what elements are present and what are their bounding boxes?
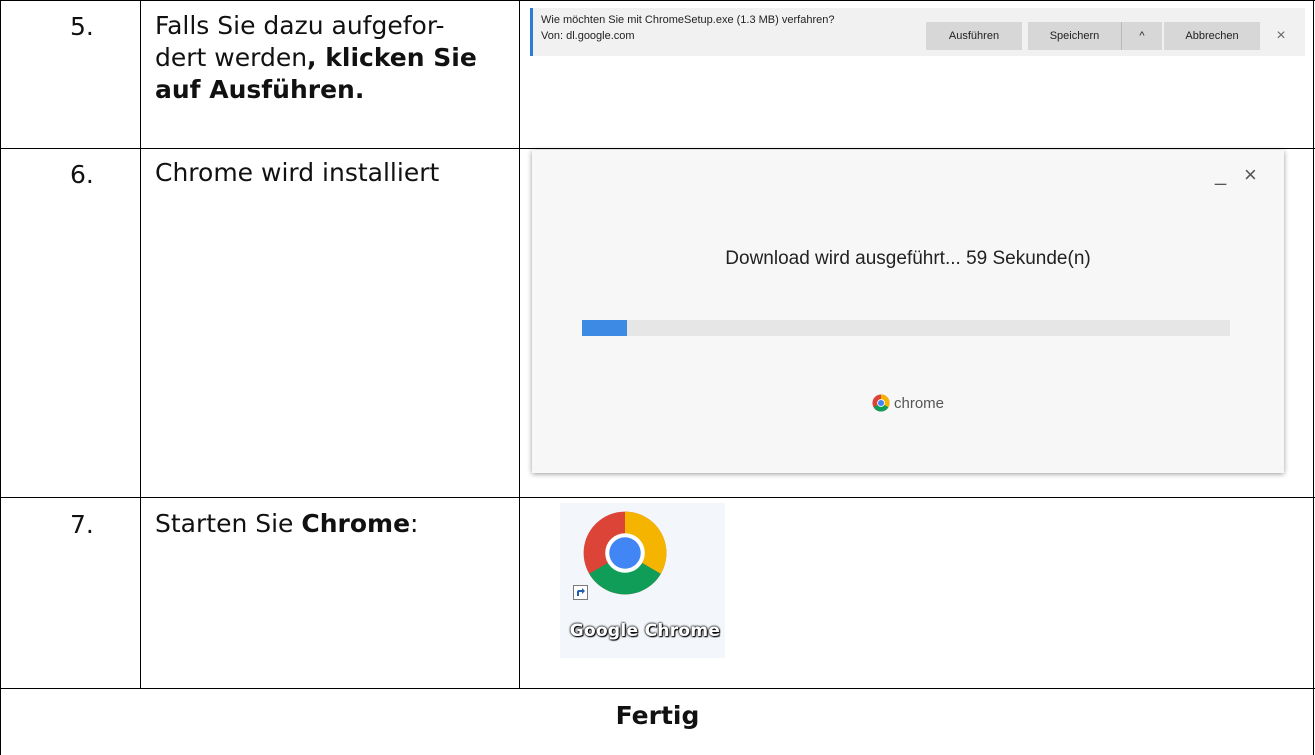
step-text-bold: Chrome <box>301 509 411 538</box>
step-text: : <box>410 509 419 538</box>
download-source: Von: dl.google.com <box>541 30 635 42</box>
chrome-logo-icon <box>583 511 667 595</box>
completion-label: Fertig <box>615 701 700 730</box>
table-border-right <box>1313 0 1314 755</box>
save-button[interactable]: Speichern <box>1028 22 1121 50</box>
google-chrome-desktop-icon[interactable]: Google Chrome <box>560 503 725 658</box>
download-question: Wie möchten Sie mit ChromeSetup.exe (1.3… <box>541 14 835 26</box>
desktop-icon-label: Google Chrome <box>569 621 721 641</box>
step-text-bold: auf Ausführen. <box>155 75 365 104</box>
close-icon[interactable]: × <box>1244 162 1257 188</box>
row-divider <box>0 497 1315 498</box>
step-description: Starten Sie Chrome: <box>155 508 418 540</box>
progress-fill <box>582 320 628 336</box>
step-text-bold: , klicken Sie <box>307 43 477 72</box>
close-icon[interactable]: × <box>1270 22 1292 50</box>
cancel-button[interactable]: Abbrechen <box>1164 22 1260 50</box>
run-button[interactable]: Ausführen <box>926 22 1022 50</box>
download-prompt-bar: Wie möchten Sie mit ChromeSetup.exe (1.3… <box>530 8 1305 56</box>
shortcut-arrow-icon <box>573 585 588 600</box>
step-number: 7. <box>70 510 94 539</box>
step-text: Starten Sie <box>155 509 302 538</box>
chrome-logo-icon <box>872 394 890 412</box>
step-description: Chrome wird installiert <box>155 158 440 187</box>
installer-window: _ × Download wird ausgeführt... 59 Sekun… <box>532 150 1284 473</box>
step-description: Falls Sie dazu aufgefor- dert werden, kl… <box>155 10 477 106</box>
save-options-chevron-icon[interactable]: ^ <box>1121 22 1162 50</box>
step-text: dert werden <box>155 43 308 72</box>
step-number: 5. <box>70 12 94 41</box>
chrome-brand: chrome <box>532 394 1284 412</box>
column-divider <box>519 0 520 688</box>
download-progress-bar <box>582 320 1230 336</box>
step-number: 6. <box>70 160 94 189</box>
column-divider <box>140 0 141 688</box>
brand-label: chrome <box>893 394 945 412</box>
table-border-left <box>0 0 1 755</box>
download-status-message: Download wird ausgeführt... 59 Sekunde(n… <box>725 248 1091 269</box>
row-divider <box>0 688 1315 689</box>
table-border-top <box>0 0 1315 1</box>
step-text: Falls Sie dazu aufgefor- <box>155 11 445 40</box>
row-divider <box>0 148 1315 149</box>
minimize-icon[interactable]: _ <box>1215 164 1226 187</box>
